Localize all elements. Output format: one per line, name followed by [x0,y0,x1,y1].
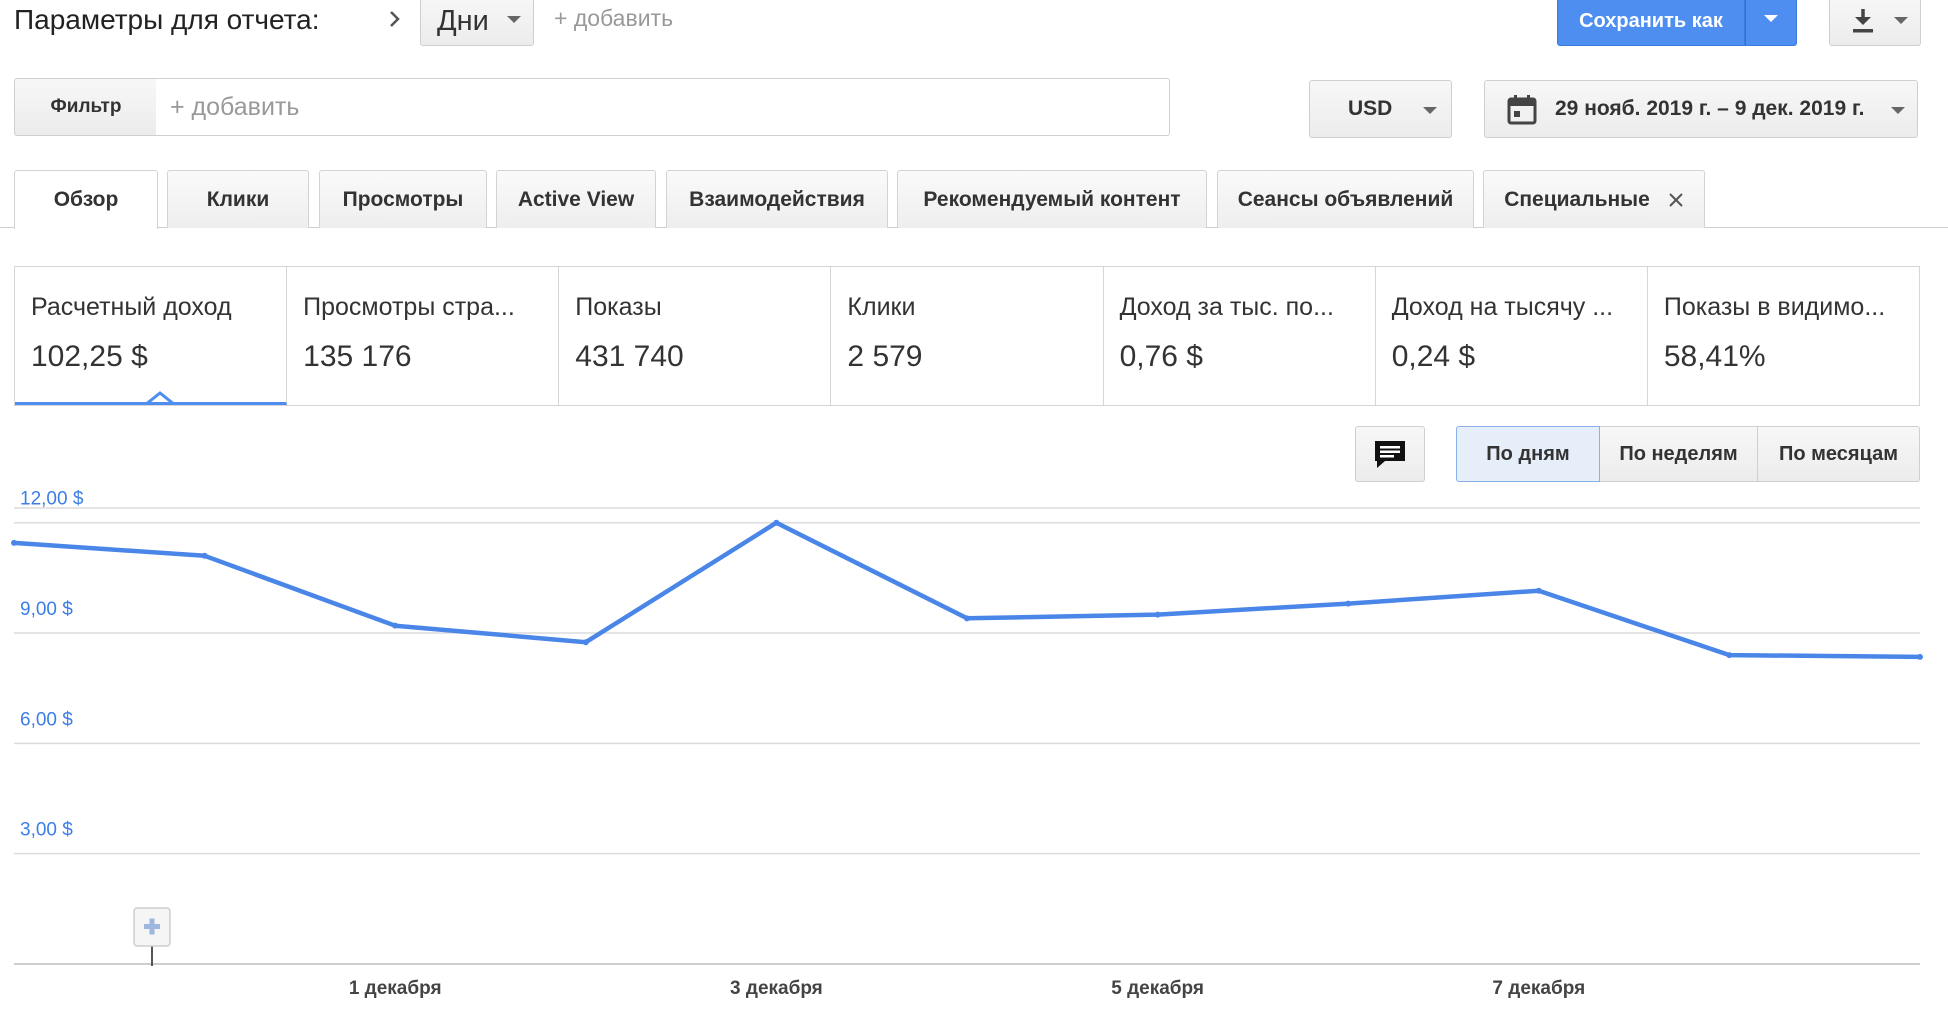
y-tick-label: 6,00 $ [20,709,73,730]
metric-impressions[interactable]: Показы 431 740 [559,267,832,405]
caret-down-icon [507,16,521,23]
data-point[interactable] [773,519,780,526]
tab-label: Взаимодействия [689,187,865,211]
date-range-dropdown[interactable]: 29 нояб. 2019 г. – 9 дек. 2019 г. [1484,80,1918,138]
dimension-label: Дни [437,4,489,37]
metric-label: Показы в видимо... [1663,293,1886,321]
metric-page-rpm[interactable]: Доход за тыс. по... 0,76 $ [1104,267,1376,405]
save-as-dropdown-button[interactable] [1745,0,1797,46]
metric-label: Доход за тыс. по... [1119,293,1334,321]
tab-label: Рекомендуемый контент [923,187,1181,211]
y-tick-label: 3,00 $ [20,820,73,841]
data-point[interactable] [1917,653,1923,660]
tab-interactions[interactable]: Взаимодействия [666,170,888,228]
data-point[interactable] [1154,611,1161,618]
tab-label: Просмотры [342,187,464,211]
metric-label: Показы [575,293,662,321]
caret-down-icon [1894,17,1908,24]
data-point[interactable] [11,539,17,546]
revenue-line-chart: 3,00 $ 6,00 $ 9,00 $ 12,00 $ 1 декабря 3 дека… [11,490,1923,999]
metric-label: Доход на тысячу ... [1391,293,1614,321]
calendar-icon [1507,95,1537,125]
caret-down-icon [1423,107,1437,114]
metric-value: 0,24 $ [1391,340,1476,373]
plus-icon[interactable] [133,907,171,947]
save-as-button[interactable]: Сохранить как [1557,0,1745,46]
metric-value: 58,41% [1663,340,1766,373]
close-icon[interactable] [1668,192,1684,208]
filter-label: Фильтр [14,78,158,136]
data-point[interactable] [201,552,208,559]
filter-input[interactable]: + добавить [156,78,1170,136]
tab-overview[interactable]: Обзор [14,170,158,229]
metric-estimated-revenue[interactable]: Расчетный доход 102,25 $ [15,267,288,405]
data-point[interactable] [392,622,399,629]
data-point[interactable] [1535,587,1542,594]
download-icon [1853,9,1873,33]
metric-page-views[interactable]: Просмотры стра... 135 176 [287,267,560,405]
y-tick-label: 12,00 $ [20,490,84,510]
period-day-button[interactable]: По дням [1456,426,1600,482]
chevron-right-icon [390,11,400,27]
add-dimension-link[interactable]: + добавить [554,2,673,34]
x-tick-label: 5 декабря [1111,978,1204,999]
tab-custom[interactable]: Специальные [1483,170,1705,228]
currency-dropdown[interactable]: USD [1309,80,1452,138]
tab-active-view[interactable]: Active View [496,170,656,228]
data-point[interactable] [1726,652,1733,659]
tab-clicks[interactable]: Клики [167,170,309,228]
metric-value: 431 740 [575,340,684,373]
comment-icon [1375,441,1405,468]
tab-label: Специальные [1504,187,1650,211]
metric-label: Просмотры стра... [303,293,515,321]
metric-value: 102,25 $ [31,340,148,373]
x-tick-label: 3 декабря [730,978,823,999]
metric-value: 0,76 $ [1119,340,1203,373]
tab-label: Обзор [53,188,119,211]
tab-label: Сеансы объявлений [1237,187,1454,211]
tab-label: Active View [517,187,635,211]
date-range-label: 29 нояб. 2019 г. – 9 дек. 2019 г. [1555,97,1865,120]
selected-pointer-icon [146,391,174,402]
data-point[interactable] [964,615,970,622]
x-tick-label: 1 декабря [349,978,442,999]
metric-value: 2 579 [847,340,923,373]
caret-down-icon [1764,15,1778,22]
metrics-scorecard: Расчетный доход 102,25 $ Просмотры стра.… [14,266,1920,406]
metric-active-view-viewable[interactable]: Показы в видимо... 58,41% [1648,267,1919,405]
tab-ad-sessions[interactable]: Сеансы объявлений [1217,170,1474,228]
metric-label: Клики [847,293,916,321]
tab-label: Клики [206,187,270,211]
tab-recommended-content[interactable]: Рекомендуемый контент [897,170,1207,228]
x-tick-label: 7 декабря [1492,978,1585,999]
period-month-button[interactable]: По месяцам [1758,426,1920,482]
period-toggle: По дням По неделям По месяцам [1456,426,1920,482]
data-point[interactable] [582,639,589,646]
metric-value: 135 176 [303,340,412,373]
metric-label: Расчетный доход [31,293,232,321]
tab-views[interactable]: Просмотры [319,170,487,228]
series-line[interactable] [13,520,1921,660]
currency-label: USD [1348,97,1393,120]
annotations-button[interactable] [1355,426,1425,482]
period-week-button[interactable]: По неделям [1600,426,1758,482]
data-point[interactable] [1345,600,1352,607]
metric-clicks[interactable]: Клики 2 579 [831,267,1104,405]
dimension-dropdown[interactable]: Дни [420,0,534,46]
caret-down-icon [1891,107,1905,114]
y-tick-label: 9,00 $ [20,599,73,620]
download-button[interactable] [1829,0,1921,46]
metric-impression-rpm[interactable]: Доход на тысячу ... 0,24 $ [1376,267,1648,405]
report-params-title: Параметры для отчета: [14,4,320,35]
